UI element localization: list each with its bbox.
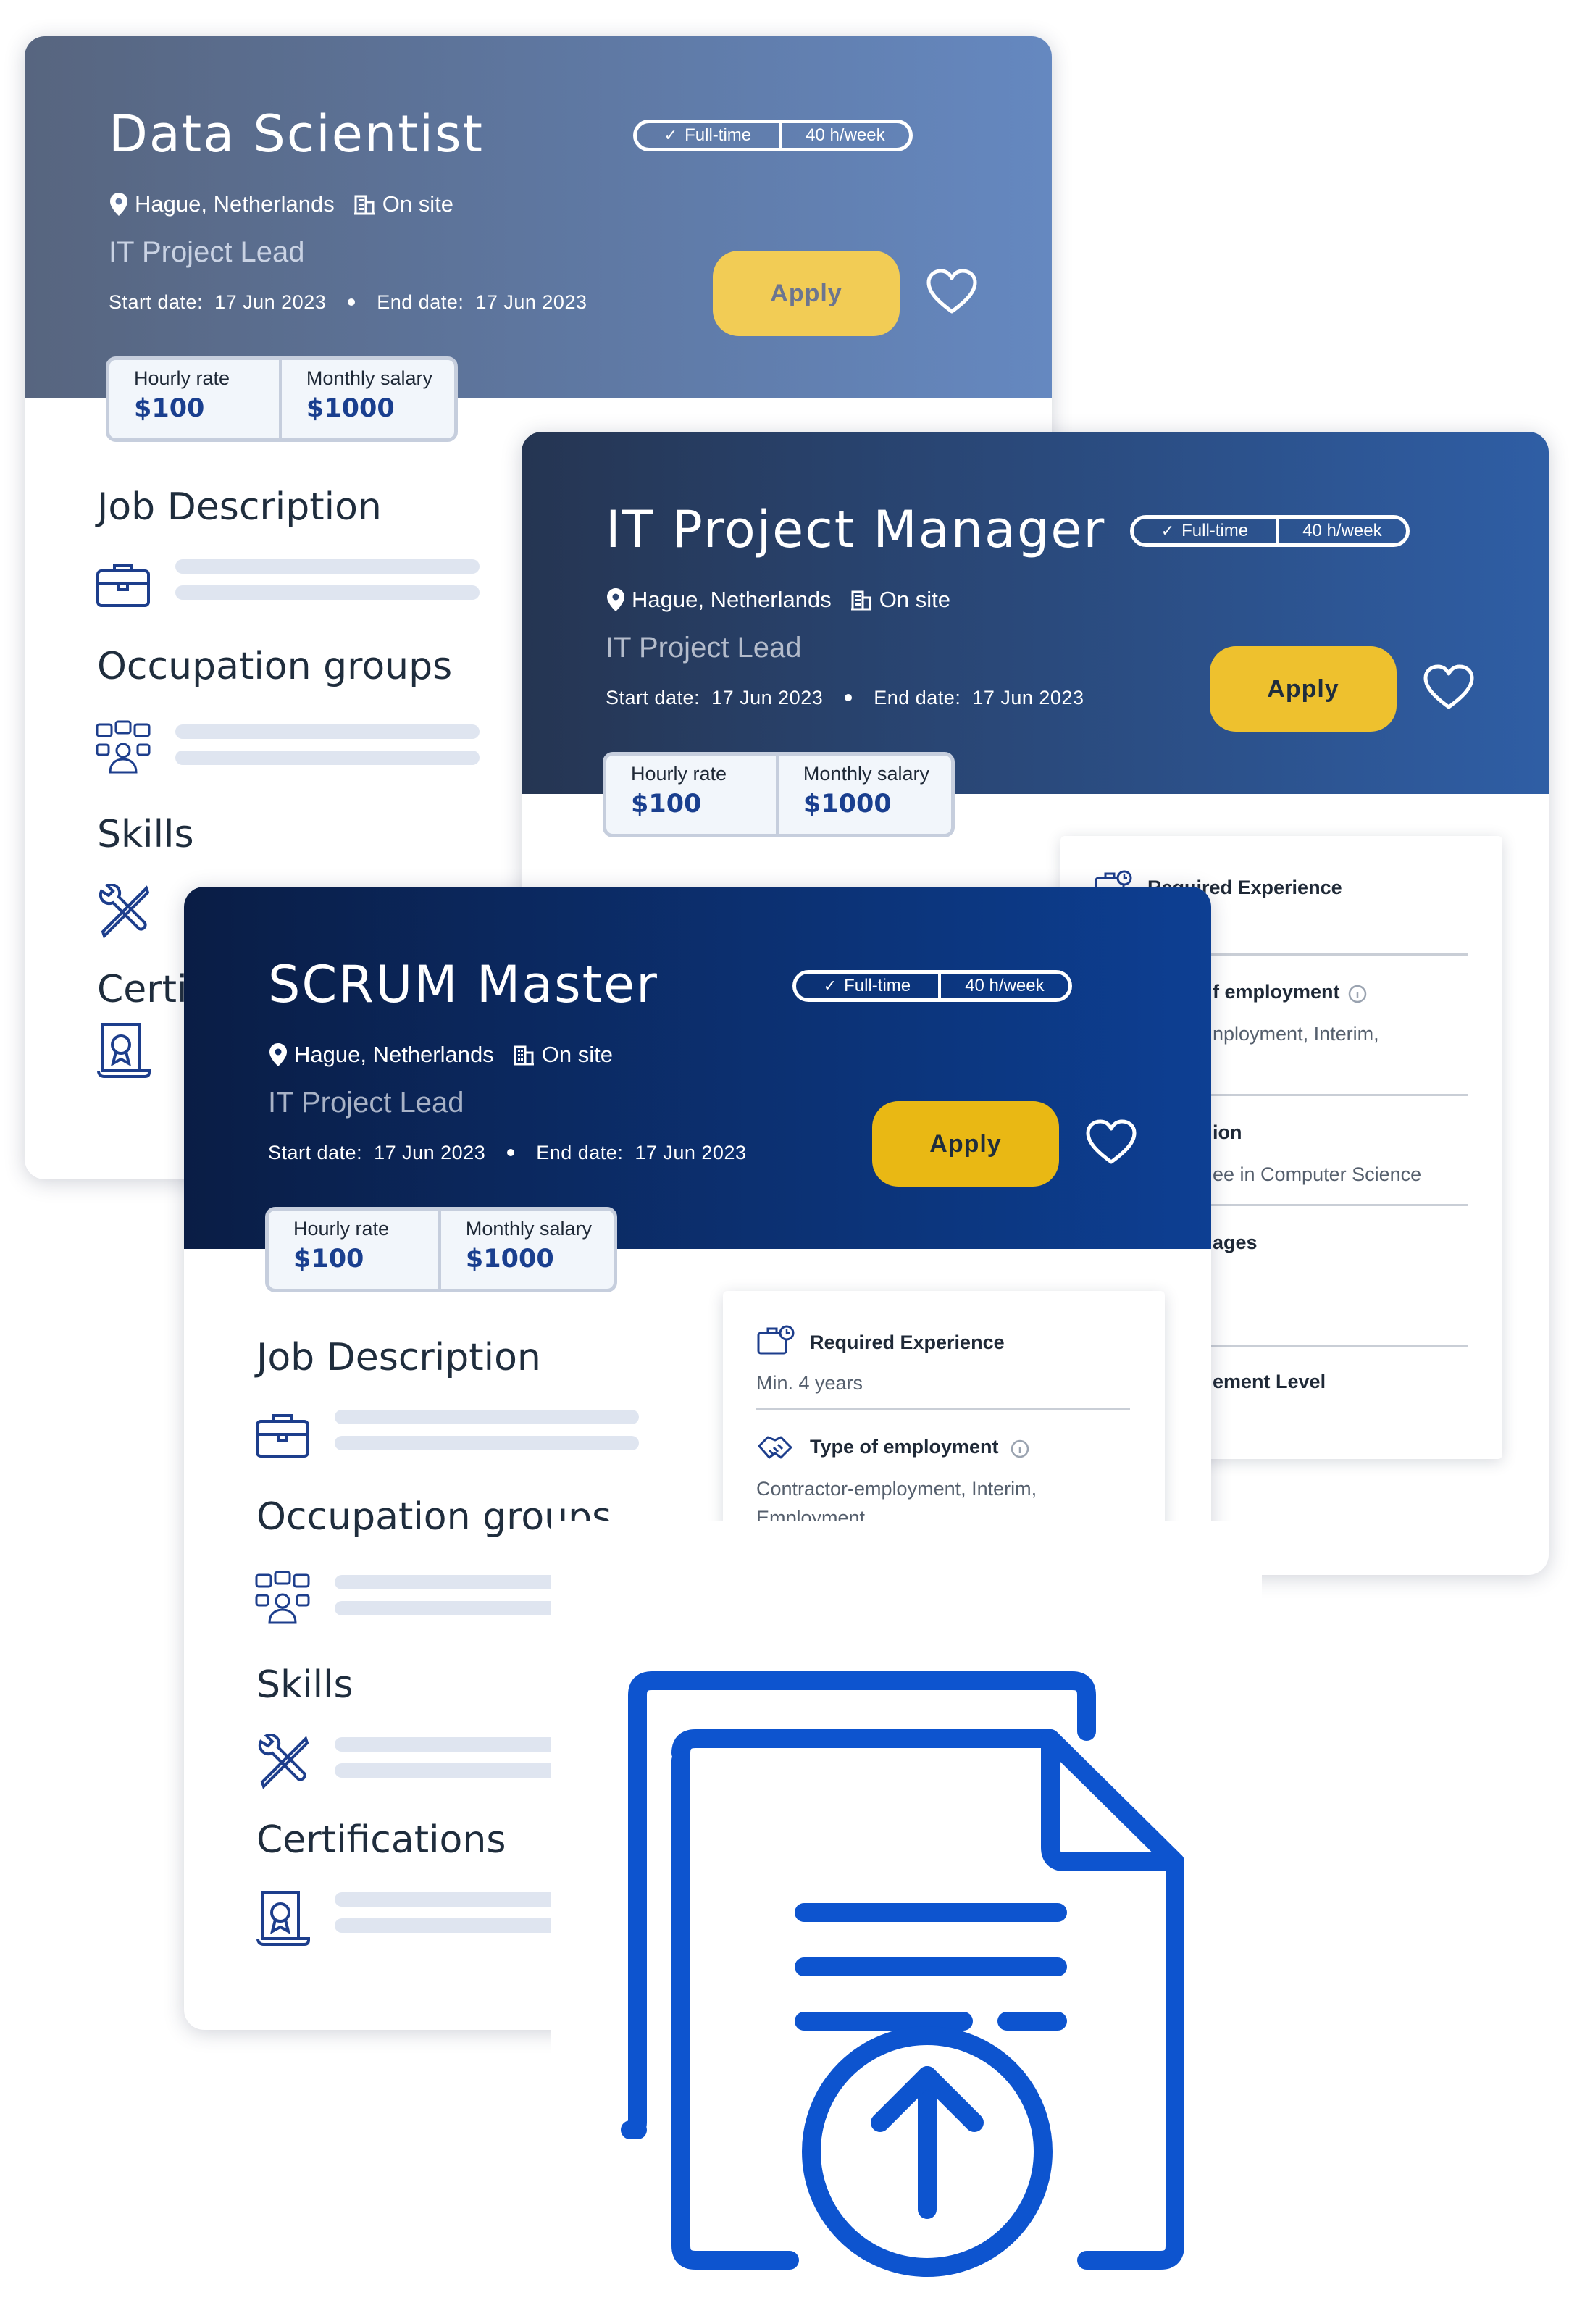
employment-badge: ✓ Full-time 40 h/week: [1130, 515, 1410, 547]
apply-button[interactable]: Apply: [713, 251, 900, 336]
job-title: SCRUM Master: [268, 955, 658, 1014]
building-icon: [850, 590, 871, 611]
date-row: Start date: 17 Jun 2023 End date: 17 Jun …: [606, 687, 1084, 709]
badge-hours: 40 h/week: [965, 976, 1045, 995]
check-icon: ✓: [664, 126, 678, 144]
upload-document-area[interactable]: [551, 1521, 1262, 2318]
info-icon[interactable]: [1010, 1439, 1030, 1459]
details-panel: Required Experience Min. 4 years Type of…: [723, 1291, 1165, 1537]
panel-languages: ages: [1213, 1232, 1258, 1253]
apply-button[interactable]: Apply: [872, 1101, 1059, 1187]
location-row: Hague, Netherlands On site: [110, 191, 453, 217]
experience-icon: [757, 1325, 795, 1355]
briefcase-icon: [256, 1414, 309, 1458]
location-pin-icon: [269, 1043, 287, 1066]
job-title: IT Project Manager: [606, 500, 1106, 559]
section-skills: Skills: [256, 1663, 353, 1707]
tools-icon: [258, 1734, 309, 1789]
section-certifications-partial: Certi: [97, 968, 188, 1011]
certificate-icon: [256, 1891, 310, 1946]
heart-icon[interactable]: [1085, 1119, 1137, 1165]
badge-fulltime: Full-time: [685, 125, 752, 145]
work-mode-text: On site: [879, 587, 950, 612]
upload-document-icon[interactable]: [551, 1521, 1262, 2318]
employment-badge: ✓ Full-time 40 h/week: [792, 970, 1072, 1002]
card-header: [184, 887, 1211, 1249]
panel-min-years: Min. 4 years: [756, 1372, 863, 1394]
location-pin-icon: [110, 193, 127, 216]
location-text: Hague, Netherlands: [294, 1042, 494, 1067]
rate-box: Hourly rate $100 Monthly salary $1000: [603, 752, 955, 837]
badge-hours: 40 h/week: [1302, 521, 1382, 540]
building-icon: [353, 195, 375, 215]
job-subtitle: IT Project Lead: [109, 236, 305, 268]
rate-box: Hourly rate $100 Monthly salary $1000: [265, 1207, 617, 1292]
panel-required-experience: Required Experience: [810, 1332, 1005, 1353]
check-icon: ✓: [823, 977, 837, 995]
section-certifications: Certifications: [256, 1818, 506, 1862]
work-mode-text: On site: [541, 1042, 613, 1067]
info-icon[interactable]: [1347, 984, 1368, 1004]
section-job-description: Job Description: [256, 1336, 541, 1379]
badge-hours: 40 h/week: [806, 125, 885, 145]
panel-employment-line1: Contractor-employment, Interim,: [756, 1478, 1037, 1500]
job-title: Data Scientist: [109, 104, 484, 164]
panel-education: ion: [1213, 1121, 1242, 1143]
panel-type-of-employment: Type of employment: [810, 1436, 999, 1458]
heart-icon[interactable]: [926, 268, 978, 314]
section-job-description: Job Description: [97, 485, 382, 529]
job-subtitle: IT Project Lead: [606, 632, 802, 664]
card-header: [25, 36, 1052, 398]
section-skills: Skills: [97, 813, 194, 856]
panel-degree-text: ee in Computer Science: [1213, 1163, 1422, 1185]
location-text: Hague, Netherlands: [632, 587, 832, 612]
location-row: Hague, Netherlands On site: [607, 587, 950, 613]
tools-icon: [99, 884, 150, 939]
certificate-icon: [97, 1023, 151, 1078]
section-occupation-groups: Occupation groups: [97, 645, 453, 688]
people-icon: [96, 720, 151, 774]
panel-type-of-employment: f employment: [1213, 981, 1340, 1003]
rate-box: Hourly rate $100 Monthly salary $1000: [106, 356, 458, 442]
location-row: Hague, Netherlands On site: [269, 1042, 613, 1068]
badge-fulltime: Full-time: [1181, 521, 1249, 540]
date-row: Start date: 17 Jun 2023 End date: 17 Jun …: [109, 291, 587, 313]
check-icon: ✓: [1160, 522, 1175, 540]
job-subtitle: IT Project Lead: [268, 1087, 464, 1119]
people-icon: [255, 1571, 310, 1624]
work-mode-text: On site: [382, 191, 453, 217]
handshake-icon: [758, 1436, 792, 1459]
building-icon: [513, 1045, 534, 1066]
heart-icon[interactable]: [1423, 664, 1475, 710]
apply-button[interactable]: Apply: [1210, 646, 1397, 732]
location-pin-icon: [607, 588, 624, 611]
briefcase-icon: [96, 564, 150, 607]
panel-level: ement Level: [1213, 1371, 1326, 1392]
panel-employment-text: nployment, Interim,: [1213, 1023, 1379, 1045]
location-text: Hague, Netherlands: [135, 191, 335, 217]
date-row: Start date: 17 Jun 2023 End date: 17 Jun …: [268, 1142, 747, 1163]
badge-fulltime: Full-time: [844, 976, 911, 995]
employment-badge: ✓ Full-time 40 h/week: [633, 120, 913, 151]
card-header: [522, 432, 1549, 794]
